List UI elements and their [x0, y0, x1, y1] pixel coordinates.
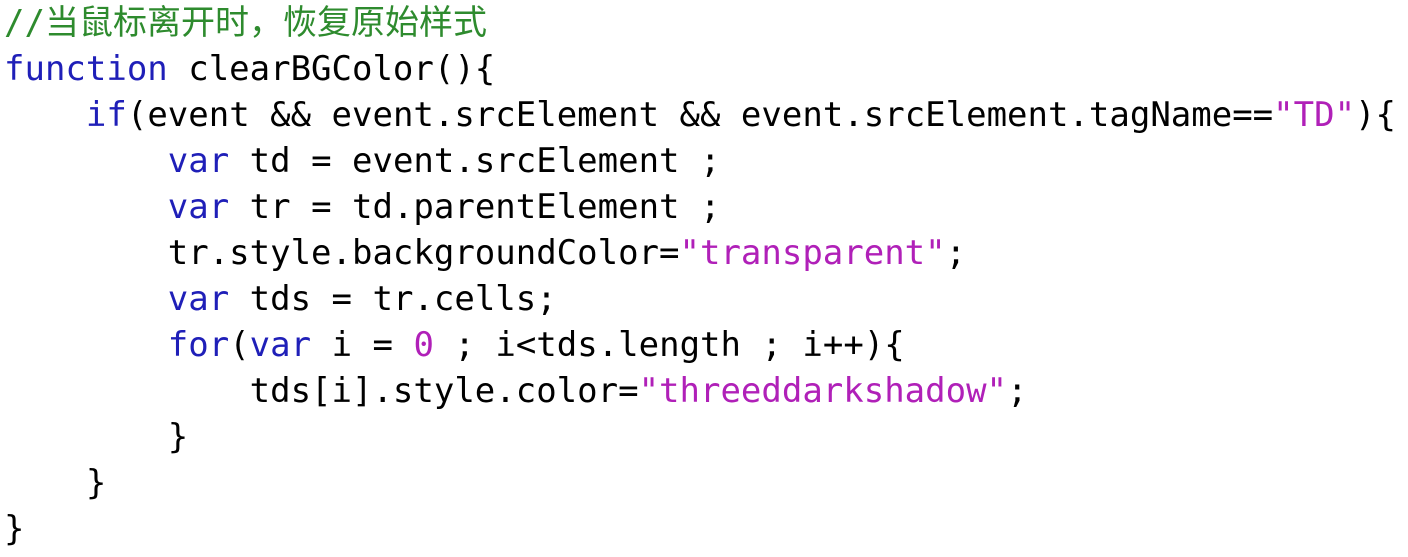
code-line-3: if(event && event.srcElement && event.sr… [4, 92, 1396, 138]
keyword-token: function [4, 49, 168, 89]
number-token: 0 [413, 325, 434, 365]
comment-token: //当鼠标离开时，恢复原始样式 [4, 3, 487, 43]
code-token: clearBGColor(){ [167, 49, 496, 89]
keyword-token: var [167, 187, 230, 227]
keyword-token: var [249, 325, 312, 365]
code-token: } [4, 417, 189, 457]
code-line-9: tds[i].style.color="threeddarkshadow"; [4, 368, 1028, 414]
keyword-token: if [85, 95, 127, 135]
string-token: "transparent" [679, 233, 946, 273]
code-line-2: function clearBGColor(){ [4, 46, 495, 92]
code-token: ; [945, 233, 967, 273]
code-line-5: var tr = td.parentElement ; [4, 184, 721, 230]
string-token: "threeddarkshadow" [638, 371, 1008, 411]
code-line-8: for(var i = 0 ; i<tds.length ; i++){ [4, 322, 905, 368]
code-token: tds[i].style.color= [4, 371, 639, 411]
code-token: ; [1007, 371, 1028, 411]
string-token: "TD" [1273, 95, 1356, 135]
code-token: td = event.srcElement ; [229, 141, 721, 181]
code-token: tr.style.backgroundColor= [4, 233, 680, 273]
code-editor[interactable]: //当鼠标离开时，恢复原始样式 function clearBGColor(){… [0, 0, 1408, 557]
keyword-token: var [167, 141, 230, 181]
code-line-4: var td = event.srcElement ; [4, 138, 721, 184]
code-token: i = [311, 325, 414, 365]
code-token: } [4, 463, 107, 503]
code-token: tr = td.parentElement ; [229, 187, 721, 227]
code-token: tds = tr.cells; [229, 279, 557, 319]
code-token: ; i<tds.length ; i++){ [433, 325, 905, 365]
code-line-10: } [4, 414, 188, 460]
code-line-1: //当鼠标离开时，恢复原始样式 [4, 0, 487, 46]
keyword-token: for [167, 325, 230, 365]
code-line-6: tr.style.backgroundColor="transparent"; [4, 230, 966, 276]
code-token: ( [229, 325, 250, 365]
code-line-12: } [4, 506, 24, 552]
code-token: (event && event.srcElement && event.srcE… [126, 95, 1274, 135]
code-line-11: } [4, 460, 106, 506]
code-token: ){ [1355, 95, 1396, 135]
keyword-token: var [167, 279, 230, 319]
code-line-7: var tds = tr.cells; [4, 276, 557, 322]
code-token: } [4, 509, 25, 549]
